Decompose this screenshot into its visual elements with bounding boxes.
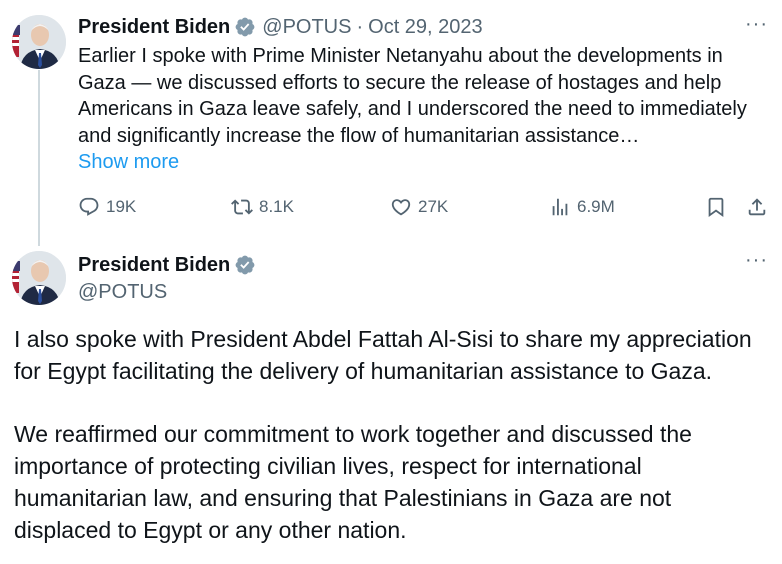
thread-connector-line	[38, 70, 40, 246]
repost-count: 8.1K	[259, 197, 294, 216]
views-icon	[552, 198, 568, 216]
verified-badge-icon	[234, 16, 256, 38]
meta-separator: ·	[356, 15, 364, 38]
author-handle[interactable]: @POTUS	[78, 281, 262, 304]
like-count: 27K	[418, 197, 449, 216]
avatar-photo	[12, 251, 66, 305]
repost-button[interactable]: 8.1K	[231, 193, 294, 221]
bookmark-icon	[708, 197, 724, 218]
tweet-date[interactable]: Oct 29, 2023	[368, 16, 483, 39]
tweet-paragraph: I also spoke with President Abdel Fattah…	[14, 326, 752, 384]
avatar[interactable]	[12, 15, 66, 69]
tweet-text: Earlier I spoke with Prime Minister Neta…	[78, 45, 747, 147]
bookmark-button[interactable]	[705, 193, 727, 221]
view-count: 6.9M	[577, 197, 615, 216]
share-icon	[748, 198, 766, 216]
tweet-paragraph: We reaffirmed our commitment to work tog…	[14, 421, 692, 543]
author-name[interactable]: President Biden	[78, 16, 230, 39]
tweet-header: President Biden @POTUS · Oct 29, 2023	[78, 14, 483, 40]
like-button[interactable]: 27K	[390, 193, 448, 221]
tweet-text: I also spoke with President Abdel Fattah…	[14, 323, 774, 546]
author-row: President Biden	[78, 252, 262, 278]
like-icon	[391, 199, 411, 216]
reply-icon	[79, 197, 99, 216]
more-options-icon[interactable]: ···	[745, 13, 768, 36]
action-bar: 19K 8.1K 27K 6.9M	[78, 193, 770, 221]
repost-icon	[231, 199, 253, 215]
verified-badge-icon	[234, 254, 256, 276]
tweet-1[interactable]: President Biden @POTUS · Oct 29, 2023 ··…	[0, 0, 782, 246]
avatar-photo	[12, 15, 66, 69]
more-options-icon[interactable]: ···	[745, 249, 768, 272]
author-handle[interactable]: @POTUS	[262, 16, 351, 39]
share-button[interactable]	[746, 193, 768, 221]
author-name[interactable]: President Biden	[78, 254, 230, 277]
reply-count: 19K	[106, 197, 137, 216]
views-button[interactable]: 6.9M	[549, 193, 615, 221]
tweet-header: President Biden @POTUS	[78, 252, 262, 304]
avatar[interactable]	[12, 251, 66, 305]
reply-button[interactable]: 19K	[78, 193, 136, 221]
show-more-link[interactable]: Show more	[78, 151, 179, 174]
